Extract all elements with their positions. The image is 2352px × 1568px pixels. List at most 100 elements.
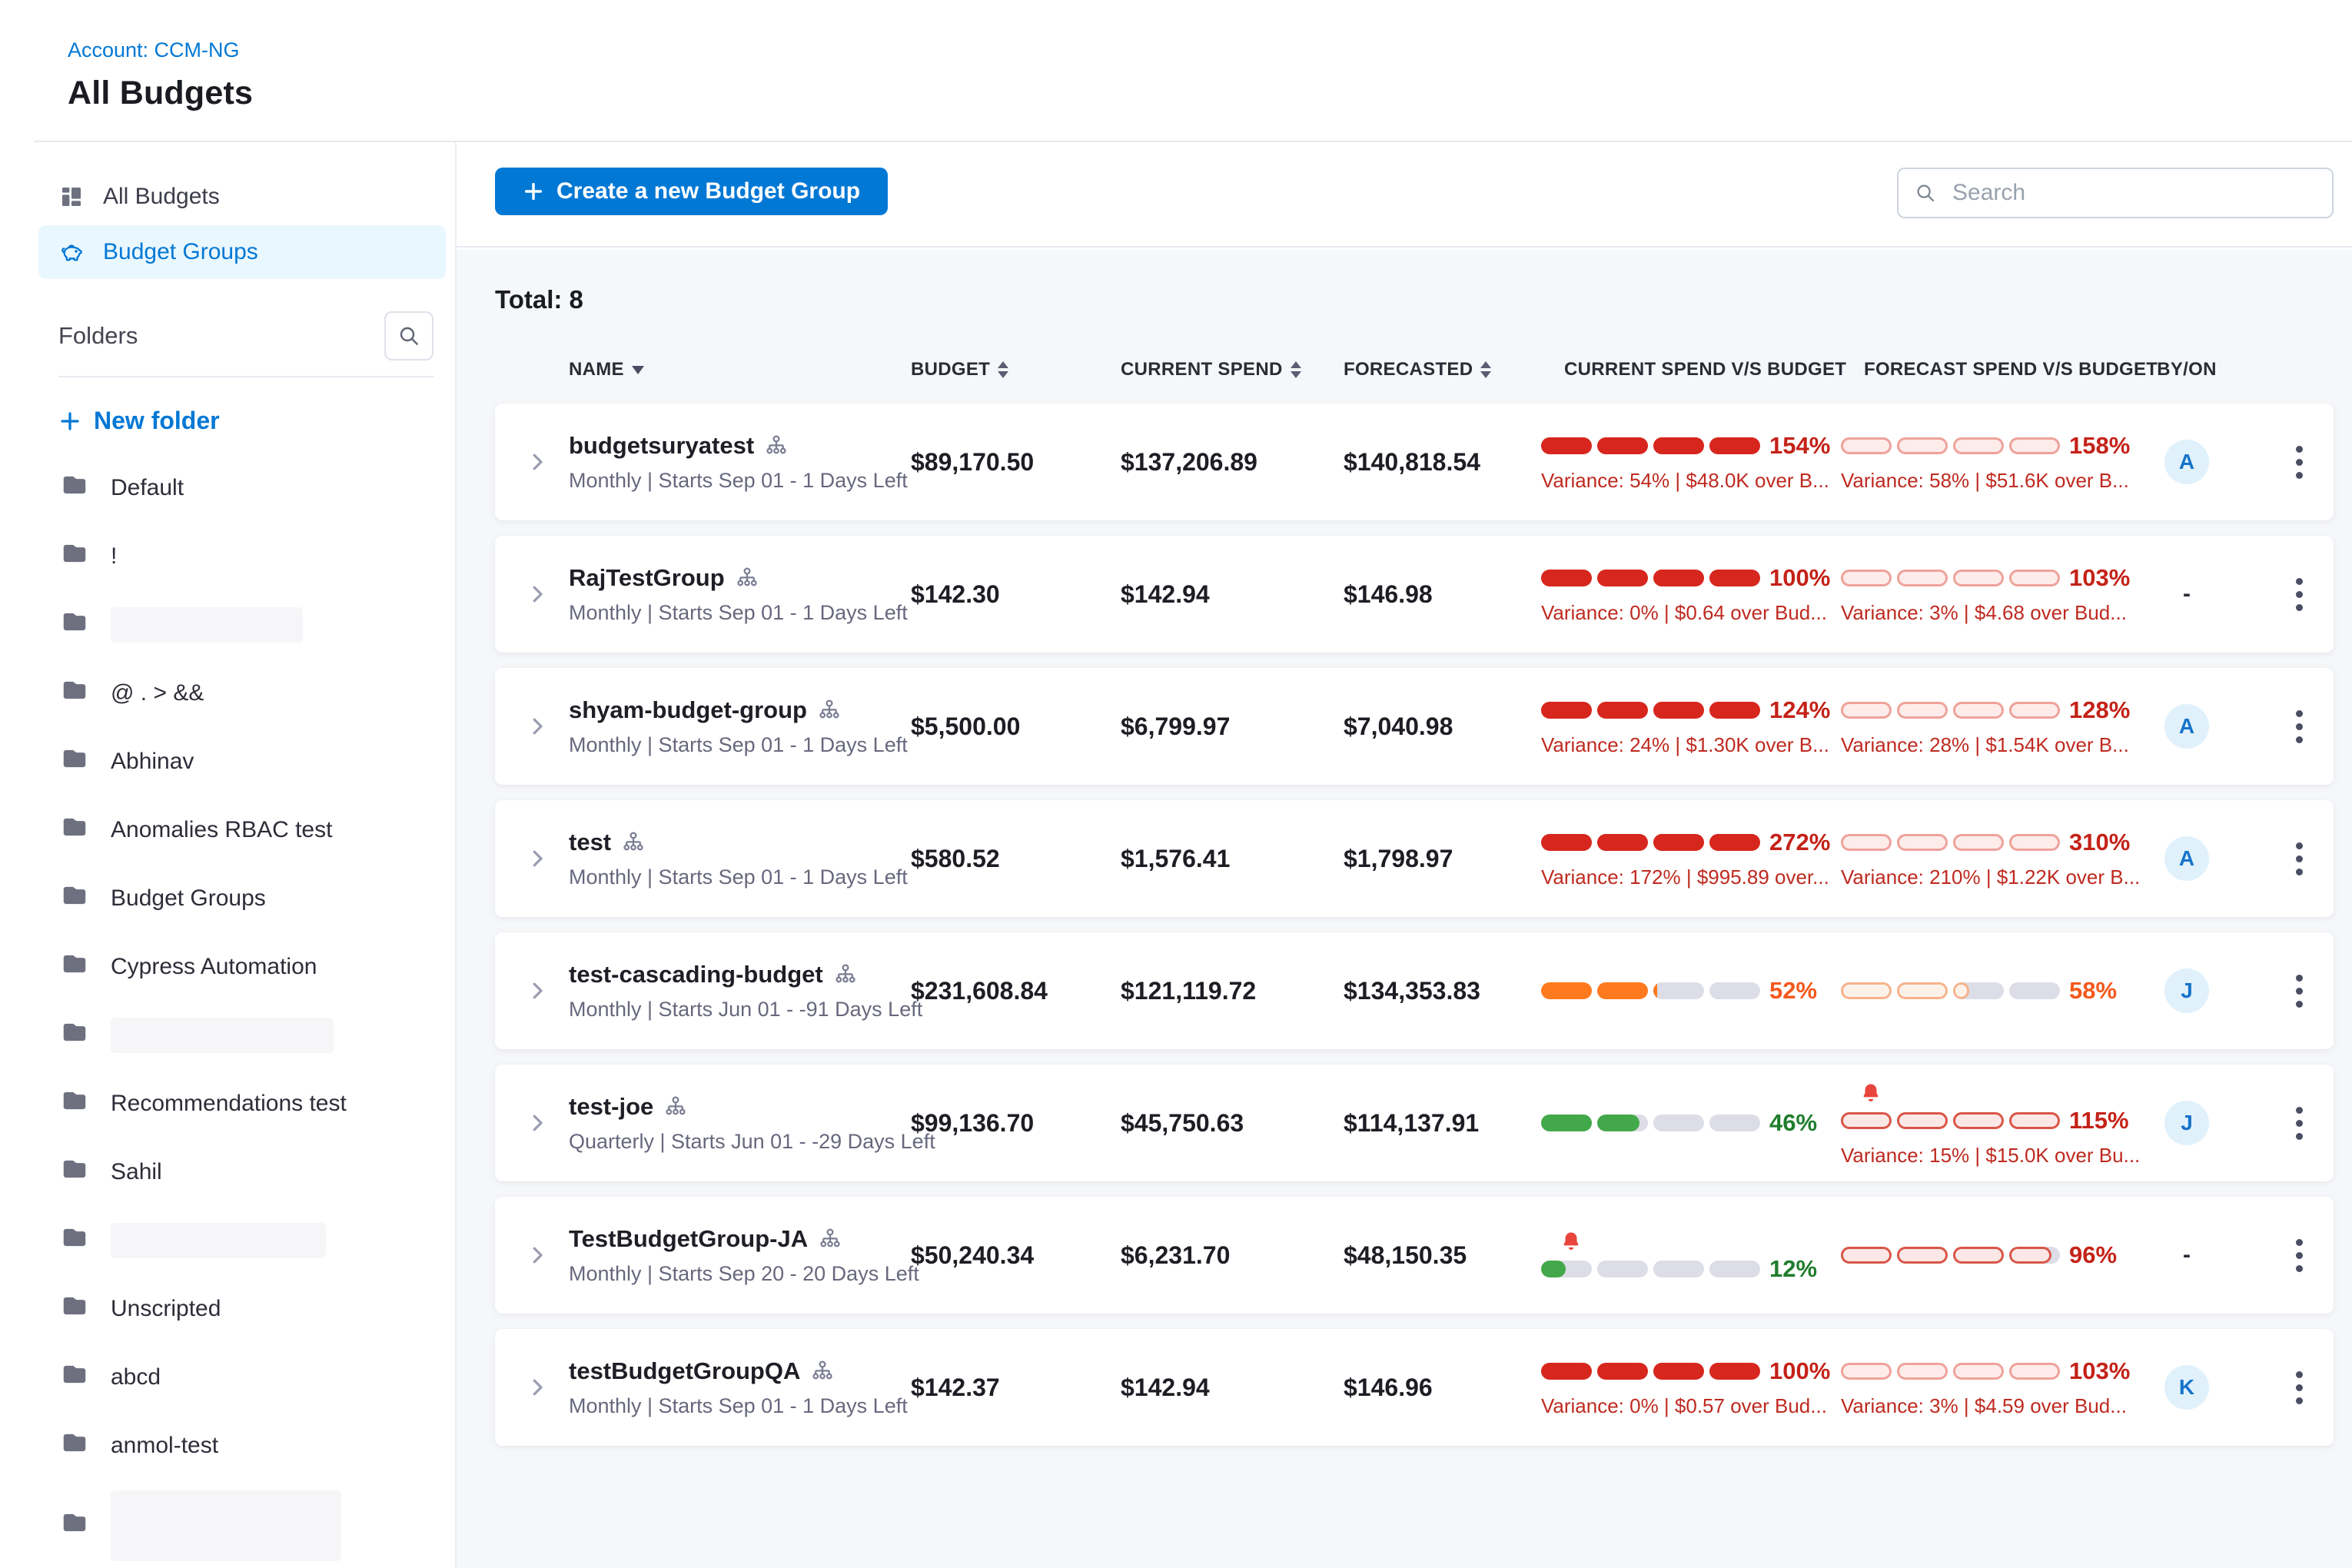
folder-item-redacted[interactable] [34, 1480, 455, 1568]
folder-item-anomalies-rbac-test[interactable]: Anomalies RBAC test [34, 796, 455, 864]
row-expander[interactable] [526, 1376, 569, 1399]
progress-bar-segment [1541, 982, 1592, 999]
folder-search-button[interactable] [384, 311, 434, 360]
folder-name-redacted [111, 1018, 334, 1053]
search-input[interactable] [1951, 179, 2317, 207]
row-menu-cell [2233, 703, 2334, 751]
progress-bar-segment [1709, 1261, 1760, 1277]
column-header-label: NAME [569, 359, 624, 380]
row-options-menu-icon[interactable] [2288, 703, 2310, 751]
folder-icon [60, 1018, 89, 1053]
account-breadcrumb-link[interactable]: Account: CCM-NG [68, 38, 2352, 62]
row-expander[interactable] [526, 583, 569, 606]
progress-bar-segment [1653, 1363, 1704, 1380]
budget-group-name[interactable]: TestBudgetGroup-JA [569, 1225, 808, 1253]
row-options-menu-icon[interactable] [2288, 570, 2310, 619]
current-spend-bar: 272% [1541, 829, 1830, 856]
budget-group-name[interactable]: budgetsuryatest [569, 432, 754, 460]
variance-text: Variance: 58% | $51.6K over B... [1841, 469, 2129, 493]
by-on-cell: A [2141, 704, 2233, 749]
sidebar-item-budget-groups[interactable]: Budget Groups [38, 225, 446, 279]
folder-item-budget-groups[interactable]: Budget Groups [34, 864, 455, 932]
folder-item-cypress-automation[interactable]: Cypress Automation [34, 932, 455, 1001]
folder-item-[interactable]: ! [34, 522, 455, 590]
row-expander[interactable] [526, 847, 569, 870]
row-expander[interactable] [526, 715, 569, 738]
budget-value: $99,136.70 [911, 1109, 1121, 1138]
content: All BudgetsBudget Groups Folders New fol… [34, 142, 2352, 1568]
table-row: TestBudgetGroup-JAMonthly | Starts Sep 2… [495, 1197, 2334, 1314]
progress-bar-segment [1653, 1261, 1704, 1277]
current-spend-value: $1,576.41 [1121, 845, 1344, 873]
folder-name-redacted [111, 607, 303, 643]
budget-group-name[interactable]: shyam-budget-group [569, 696, 807, 724]
progress-bar-segment [2009, 437, 2060, 454]
chevron-right-icon [526, 715, 549, 738]
folder-list: Default! @ . > &&AbhinavAnomalies RBAC te… [34, 453, 455, 1568]
folder-icon [60, 539, 89, 574]
create-button-label: Create a new Budget Group [556, 178, 860, 204]
variance-text: Variance: 0% | $0.64 over Bud... [1541, 601, 1827, 625]
folder-item-unscripted[interactable]: Unscripted [34, 1274, 455, 1343]
row-expander[interactable] [526, 450, 569, 473]
table-row: budgetsuryatest Monthly | Starts Sep 01 -… [495, 404, 2334, 520]
folder-item-default[interactable]: Default [34, 453, 455, 522]
row-options-menu-icon[interactable] [2288, 438, 2310, 487]
current-spend-value: $142.94 [1121, 580, 1344, 609]
budget-group-name[interactable]: RajTestGroup [569, 564, 725, 592]
folder-item-anmol-test[interactable]: anmol-test [34, 1411, 455, 1480]
row-expander[interactable] [526, 979, 569, 1002]
budget-group-name[interactable]: test-cascading-budget [569, 961, 823, 988]
percent-label: 100% [1769, 564, 1830, 592]
row-options-menu-icon[interactable] [2288, 835, 2310, 883]
percent-label: 103% [2069, 1357, 2130, 1385]
create-budget-group-button[interactable]: Create a new Budget Group [495, 168, 888, 215]
folder-item-redacted[interactable] [34, 1206, 455, 1274]
new-folder-button[interactable]: New folder [34, 377, 455, 453]
folder-item-redacted[interactable] [34, 590, 455, 659]
column-header-forecasted[interactable]: FORECASTED [1344, 359, 1541, 380]
progress-bar-segment [1653, 834, 1704, 851]
current-spend-vs-budget-cell: 272% Variance: 172% | $995.89 over... [1541, 800, 1841, 917]
folder-name: Recommendations test [111, 1091, 347, 1117]
folder-name: Cypress Automation [111, 954, 317, 980]
row-options-menu-icon[interactable] [2288, 1099, 2310, 1148]
current-spend-bar: 52% [1541, 977, 1817, 1005]
folders-label: Folders [58, 322, 138, 350]
table-row: test-joeQuarterly | Starts Jun 01 - -29 … [495, 1065, 2334, 1181]
progress-bar-fill [2009, 1247, 2051, 1264]
folder-item-sahil[interactable]: Sahil [34, 1138, 455, 1206]
budget-group-name-cell: test-cascading-budgetMonthly | Starts Ju… [569, 961, 911, 1022]
progress-bar-segment [1709, 437, 1760, 454]
sort-icon [1291, 361, 1301, 378]
budget-group-name[interactable]: test-joe [569, 1093, 653, 1121]
folder-name: Unscripted [111, 1296, 221, 1322]
row-expander[interactable] [526, 1244, 569, 1267]
folder-item-recommendations-test[interactable]: Recommendations test [34, 1069, 455, 1138]
table-header-row: NAMEBUDGETCURRENT SPENDFORECASTEDCURRENT… [495, 314, 2334, 404]
by-on-cell: J [2141, 1101, 2233, 1145]
folder-item-[interactable]: @ . > && [34, 659, 455, 727]
folder-icon [60, 812, 89, 848]
row-options-menu-icon[interactable] [2288, 967, 2310, 1015]
row-options-menu-icon[interactable] [2288, 1231, 2310, 1280]
progress-bar-segment [1541, 702, 1592, 719]
column-header-budget[interactable]: BUDGET [911, 359, 1121, 380]
main-panel: Create a new Budget Group Total: 8 NAMEB… [457, 142, 2352, 1568]
budget-group-name[interactable]: test [569, 829, 611, 856]
variance-text: Variance: 172% | $995.89 over... [1541, 865, 1829, 889]
folder-item-abhinav[interactable]: Abhinav [34, 727, 455, 796]
folder-item-abcd[interactable]: abcd [34, 1343, 455, 1411]
budget-group-name[interactable]: testBudgetGroupQA [569, 1357, 800, 1385]
folder-item-redacted[interactable] [34, 1001, 455, 1069]
row-options-menu-icon[interactable] [2288, 1364, 2310, 1412]
column-header-current-spend[interactable]: CURRENT SPEND [1121, 359, 1344, 380]
sidebar-item-all-budgets[interactable]: All Budgets [38, 170, 446, 224]
row-expander[interactable] [526, 1111, 569, 1134]
budget-period: Monthly | Starts Sep 01 - 1 Days Left [569, 469, 911, 493]
forecasted-value: $7,040.98 [1344, 713, 1541, 741]
grid-icon [58, 184, 85, 210]
progress-bar-segment [1541, 834, 1592, 851]
progress-bar-segment [1953, 834, 2004, 851]
column-header-name[interactable]: NAME [569, 359, 911, 380]
